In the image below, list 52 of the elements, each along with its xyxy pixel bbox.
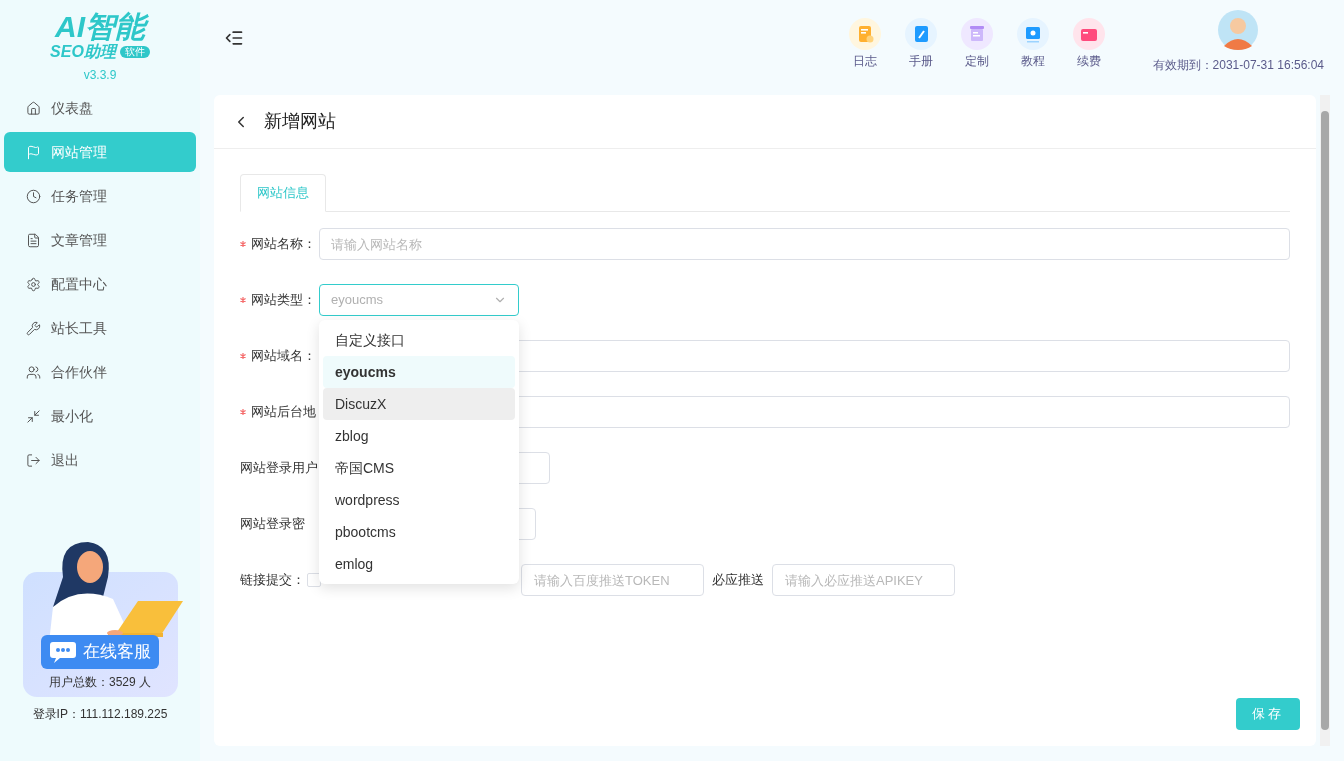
toolbar-button[interactable]: 定制 bbox=[960, 18, 993, 70]
menu-icon[interactable] bbox=[224, 28, 244, 48]
logo-subtitle: SEO助理 bbox=[50, 44, 116, 60]
wrench-icon bbox=[26, 320, 41, 336]
document-icon bbox=[26, 232, 41, 248]
field-label: 网站后台地 bbox=[251, 403, 316, 422]
toolbar-button[interactable]: 续费 bbox=[1072, 18, 1105, 70]
input-field[interactable]: 请输入网站名称 bbox=[319, 228, 1290, 260]
chat-icon bbox=[49, 640, 77, 664]
box-icon bbox=[960, 18, 993, 50]
field-label: 必应推送 bbox=[712, 571, 764, 590]
wallet-icon bbox=[1072, 18, 1105, 50]
user-count: 用户总数：3529 人 bbox=[49, 674, 151, 691]
sidebar-item[interactable]: 配置中心 bbox=[4, 264, 196, 304]
login-ip: 登录IP：111.112.189.225 bbox=[31, 706, 169, 723]
flag-icon bbox=[26, 144, 41, 160]
dropdown-option[interactable]: DiscuzX bbox=[323, 388, 515, 420]
version-label: v3.3.9 bbox=[83, 67, 117, 84]
checkbox[interactable] bbox=[307, 573, 321, 587]
sidebar-item[interactable]: 文章管理 bbox=[4, 220, 196, 260]
note-icon bbox=[848, 18, 881, 50]
field-label: 网站类型： bbox=[251, 291, 316, 310]
dropdown-option[interactable]: eyoucms bbox=[323, 356, 515, 388]
expiry-date: 有效期到：2031-07-31 16:56:04 bbox=[1152, 57, 1324, 74]
toolbar-button[interactable]: 教程 bbox=[1016, 18, 1049, 70]
field-label: 网站名称： bbox=[251, 235, 316, 254]
logout-icon bbox=[26, 452, 41, 468]
clock-icon bbox=[26, 188, 41, 204]
minimize-icon bbox=[26, 408, 41, 424]
home-icon bbox=[26, 100, 41, 116]
sidebar-item[interactable]: 站长工具 bbox=[4, 308, 196, 348]
field-label: 网站登录用户 bbox=[240, 459, 318, 478]
field-label: 网站登录密 bbox=[240, 515, 305, 534]
input-field[interactable]: 请输入百度推送TOKEN bbox=[521, 564, 704, 596]
logo-badge: 软件 bbox=[119, 46, 150, 58]
sidebar-item[interactable]: 退出 bbox=[4, 440, 196, 480]
screen-icon bbox=[1016, 18, 1049, 50]
sidebar-item[interactable]: 任务管理 bbox=[4, 176, 196, 216]
page-title: 新增网站 bbox=[264, 110, 336, 133]
toolbar-button[interactable]: 手册 bbox=[904, 18, 937, 70]
sidebar-item[interactable]: 合作伙伴 bbox=[4, 352, 196, 392]
sidebar-item[interactable]: 仪表盘 bbox=[4, 88, 196, 128]
input-field[interactable]: 请输入必应推送APIKEY bbox=[772, 564, 955, 596]
book-icon bbox=[904, 18, 937, 50]
sidebar-item[interactable]: 最小化 bbox=[4, 396, 196, 436]
user-icon bbox=[26, 364, 41, 380]
settings-icon bbox=[26, 276, 41, 292]
avatar-icon[interactable] bbox=[1218, 10, 1259, 50]
toolbar-button[interactable]: 日志 bbox=[848, 18, 881, 70]
field-label: 链接提交： bbox=[240, 571, 305, 590]
scrollbar[interactable] bbox=[1320, 95, 1330, 746]
field-label: 网站域名： bbox=[251, 347, 316, 366]
